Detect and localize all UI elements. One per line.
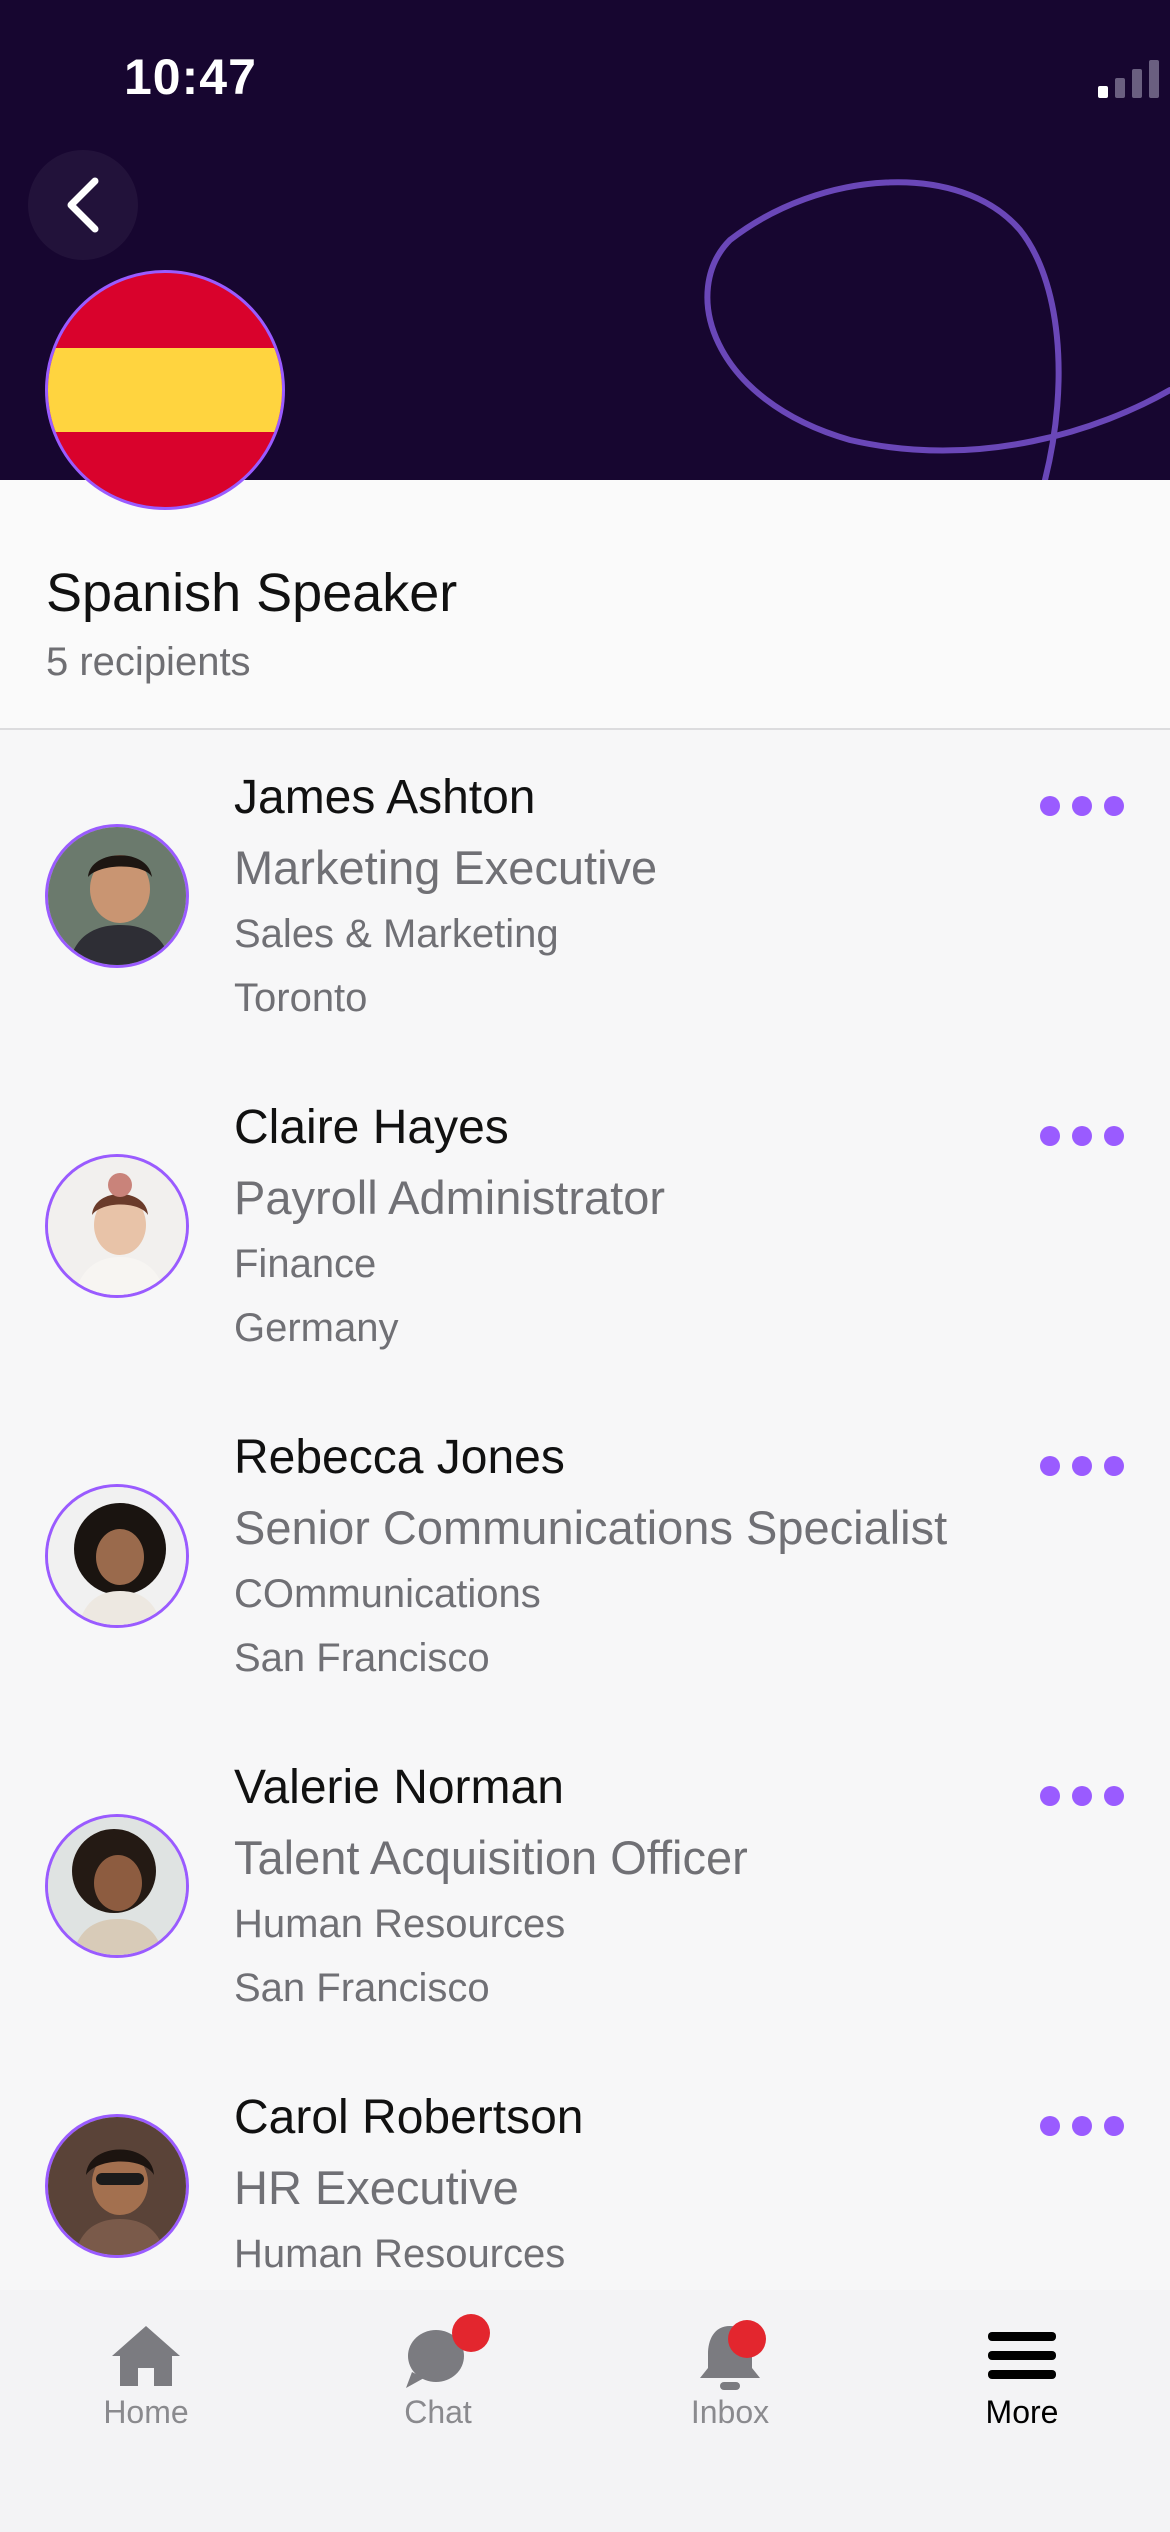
tab-home-label: Home	[103, 2394, 189, 2430]
recipient-title: Marketing Executive	[234, 841, 658, 894]
more-options-button[interactable]	[1040, 2108, 1124, 2144]
more-options-button[interactable]	[1040, 1778, 1124, 1814]
recipient-location: Germany	[234, 1306, 399, 1350]
recipient-count: 5 recipients	[46, 640, 251, 684]
more-options-button[interactable]	[1040, 1448, 1124, 1484]
recipient-department: Sales & Marketing	[234, 912, 559, 956]
avatar	[45, 1484, 189, 1628]
tab-bar: Home Chat Inbox More	[0, 2290, 1170, 2532]
group-info: Spanish Speaker 5 recipients	[0, 480, 1170, 730]
tab-chat[interactable]: Chat	[292, 2290, 584, 2532]
recipient-title: Talent Acquisition Officer	[234, 1831, 748, 1884]
recipient-name: Carol Robertson	[234, 2091, 584, 2144]
recipient-location: Toronto	[234, 976, 368, 1020]
recipient-name: Valerie Norman	[234, 1761, 564, 1814]
chat-notification-badge	[452, 2314, 490, 2352]
more-horizontal-icon	[1040, 1126, 1060, 1146]
recipient-item[interactable]: James Ashton Marketing Executive Sales &…	[0, 732, 1170, 1062]
more-horizontal-icon	[1040, 1456, 1060, 1476]
recipient-name: Claire Hayes	[234, 1101, 509, 1154]
status-time: 10:47	[124, 49, 257, 105]
more-horizontal-icon	[1040, 796, 1060, 816]
tab-inbox[interactable]: Inbox	[584, 2290, 876, 2532]
recipient-item[interactable]: Valerie Norman Talent Acquisition Office…	[0, 1722, 1170, 2052]
recipient-name: James Ashton	[234, 771, 536, 824]
more-options-button[interactable]	[1040, 1118, 1124, 1154]
tab-inbox-label: Inbox	[690, 2394, 770, 2430]
recipient-department: COmmunications	[234, 1572, 541, 1616]
recipient-item[interactable]: Rebecca Jones Senior Communications Spec…	[0, 1392, 1170, 1722]
recipient-item[interactable]: Claire Hayes Payroll Administrator Finan…	[0, 1062, 1170, 1392]
recipient-title: Payroll Administrator	[234, 1171, 665, 1224]
inbox-notification-badge	[728, 2320, 766, 2358]
tab-more[interactable]: More	[876, 2290, 1168, 2532]
recipient-department: Finance	[234, 1242, 377, 1286]
chevron-left-icon	[67, 177, 99, 233]
more-horizontal-icon	[1040, 1786, 1060, 1806]
avatar	[45, 1814, 189, 1958]
signal-icon	[1098, 60, 1159, 98]
more-horizontal-icon	[1040, 2116, 1060, 2136]
recipient-department: Human Resources	[234, 2232, 566, 2276]
avatar	[45, 1154, 189, 1298]
group-title: Spanish Speaker	[46, 563, 458, 623]
tab-more-label: More	[985, 2394, 1059, 2430]
recipient-location: San Francisco	[234, 1966, 490, 2010]
avatar	[45, 824, 189, 968]
more-options-button[interactable]	[1040, 788, 1124, 824]
spain-flag-avatar	[45, 270, 285, 510]
tab-home[interactable]: Home	[0, 2290, 292, 2532]
home-icon	[112, 2326, 180, 2386]
recipient-location: San Francisco	[234, 1636, 490, 1680]
recipient-name: Rebecca Jones	[234, 1431, 565, 1484]
tab-chat-label: Chat	[404, 2394, 472, 2430]
hamburger-menu-icon	[988, 2332, 1056, 2379]
recipient-title: Senior Communications Specialist	[234, 1501, 948, 1554]
recipient-title: HR Executive	[234, 2161, 519, 2214]
status-bar: 10:47 49	[0, 0, 1170, 150]
avatar	[45, 2114, 189, 2258]
recipient-department: Human Resources	[234, 1902, 566, 1946]
back-button[interactable]	[28, 150, 138, 260]
